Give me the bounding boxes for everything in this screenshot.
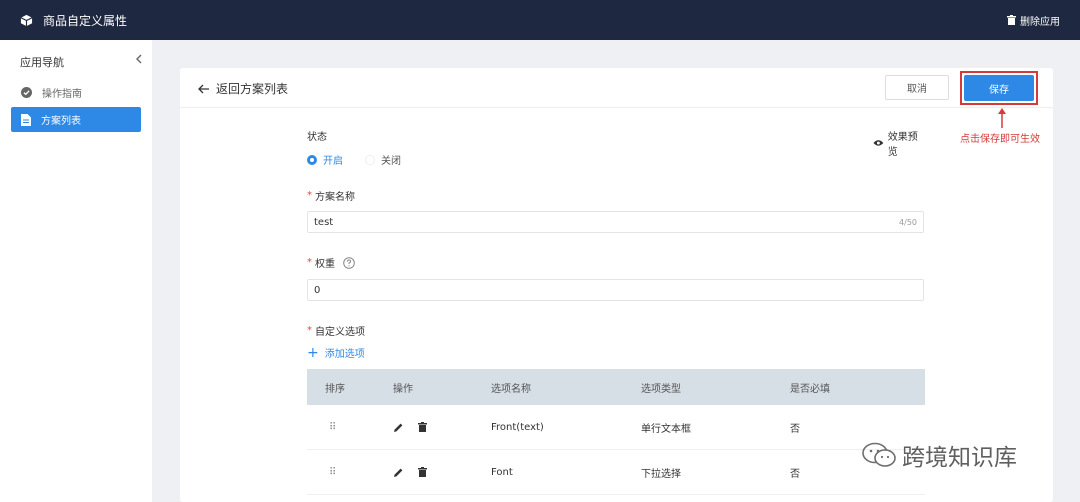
required-mark: * — [307, 257, 312, 268]
help-icon[interactable] — [343, 256, 355, 269]
plan-editor-card: 返回方案列表 取消 保存 状态 效果预览 开启 关闭 * 方案名称 test 4… — [180, 68, 1053, 502]
column-header-sort: 排序 — [325, 383, 345, 395]
status-radio-group: 开启 关闭 — [307, 152, 423, 167]
edit-button[interactable] — [393, 422, 404, 433]
status-radio-on[interactable]: 开启 — [307, 152, 343, 167]
card-header: 返回方案列表 取消 保存 — [180, 68, 1053, 108]
delete-app-label: 删除应用 — [1020, 16, 1060, 28]
trash-icon — [418, 422, 427, 432]
column-header-option-name: 选项名称 — [491, 383, 531, 395]
watermark-text: 跨境知识库 — [902, 445, 1017, 471]
save-button[interactable]: 保存 — [964, 75, 1034, 101]
name-label-text: 方案名称 — [315, 192, 355, 203]
required-cell: 否 — [790, 423, 800, 435]
delete-button[interactable] — [418, 422, 427, 432]
sidebar-item-plan-list[interactable]: 方案列表 — [11, 107, 141, 132]
radio-dot — [307, 154, 317, 165]
chevron-left-icon[interactable] — [132, 52, 146, 66]
table-header: 排序 操作 选项名称 选项类型 是否必填 — [307, 369, 925, 405]
cancel-button[interactable]: 取消 — [885, 75, 949, 100]
back-label: 返回方案列表 — [216, 82, 289, 96]
radio-label: 关闭 — [381, 156, 401, 167]
trash-icon — [1007, 15, 1016, 25]
watermark: 跨境知识库 — [862, 438, 1017, 472]
pencil-icon — [394, 423, 403, 432]
sidebar: 应用导航 操作指南 方案列表 — [0, 40, 152, 502]
sidebar-item-label: 操作指南 — [42, 89, 82, 100]
check-circle-icon — [21, 87, 32, 98]
arrow-left-icon — [198, 84, 209, 93]
document-icon — [21, 113, 31, 126]
status-radio-off[interactable]: 关闭 — [365, 152, 401, 167]
weight-label-text: 权重 — [315, 259, 335, 270]
option-name-cell: Front(text) — [491, 421, 544, 433]
column-header-actions: 操作 — [393, 383, 413, 395]
option-name-cell: Font — [491, 466, 513, 478]
custom-options-label: * 自定义选项 — [307, 323, 365, 338]
custom-options-label-text: 自定义选项 — [315, 327, 365, 338]
pencil-icon — [394, 468, 403, 477]
sidebar-item-label: 方案列表 — [41, 116, 81, 127]
radio-dot — [365, 154, 375, 165]
sidebar-title: 应用导航 — [20, 56, 64, 69]
cube-icon — [20, 14, 33, 26]
preview-label: 效果预览 — [887, 132, 918, 158]
plan-name-input[interactable]: test 4/50 — [307, 211, 924, 233]
drag-handle-icon[interactable]: ⠿ — [325, 467, 336, 478]
name-label: * 方案名称 — [307, 188, 355, 203]
annotation-text: 点击保存即可生效 — [960, 134, 1040, 145]
char-counter: 4/50 — [899, 217, 917, 227]
drag-handle-icon[interactable]: ⠿ — [325, 422, 336, 433]
plus-icon: + — [307, 344, 319, 361]
options-table: 排序 操作 选项名称 选项类型 是否必填 ⠿ Front(text) 单行文本框… — [307, 369, 925, 495]
status-label-text: 状态 — [307, 132, 327, 143]
required-mark: * — [307, 325, 312, 336]
option-type-cell: 下拉选择 — [641, 468, 681, 480]
wechat-icon — [862, 442, 896, 467]
table-row: ⠿ Front(text) 单行文本框 否 — [307, 405, 925, 450]
plan-name-value: test — [314, 216, 334, 228]
delete-button[interactable] — [418, 467, 427, 477]
status-label: 状态 — [307, 128, 327, 143]
column-header-required: 是否必填 — [790, 383, 830, 395]
back-to-list-link[interactable]: 返回方案列表 — [198, 80, 288, 97]
column-header-option-type: 选项类型 — [641, 383, 681, 395]
add-option-label: 添加选项 — [324, 349, 365, 360]
radio-label: 开启 — [323, 156, 343, 167]
weight-value: 0 — [314, 284, 321, 296]
preview-button[interactable]: 效果预览 — [873, 128, 927, 158]
weight-label: * 权重 — [307, 255, 355, 270]
sidebar-item-guide[interactable]: 操作指南 — [11, 80, 141, 105]
table-row: ⠿ Font 下拉选择 否 — [307, 450, 925, 495]
option-type-cell: 单行文本框 — [641, 423, 691, 435]
required-mark: * — [307, 190, 312, 201]
edit-button[interactable] — [393, 467, 404, 478]
weight-input[interactable]: 0 — [307, 279, 924, 301]
delete-app-button[interactable]: 删除应用 — [1007, 13, 1060, 28]
add-option-button[interactable]: + 添加选项 — [307, 344, 365, 361]
top-bar: 商品自定义属性 删除应用 — [0, 0, 1080, 40]
trash-icon — [418, 467, 427, 477]
eye-icon — [873, 140, 884, 146]
app-title: 商品自定义属性 — [43, 13, 128, 28]
annotation-arrow-icon — [998, 108, 1006, 128]
